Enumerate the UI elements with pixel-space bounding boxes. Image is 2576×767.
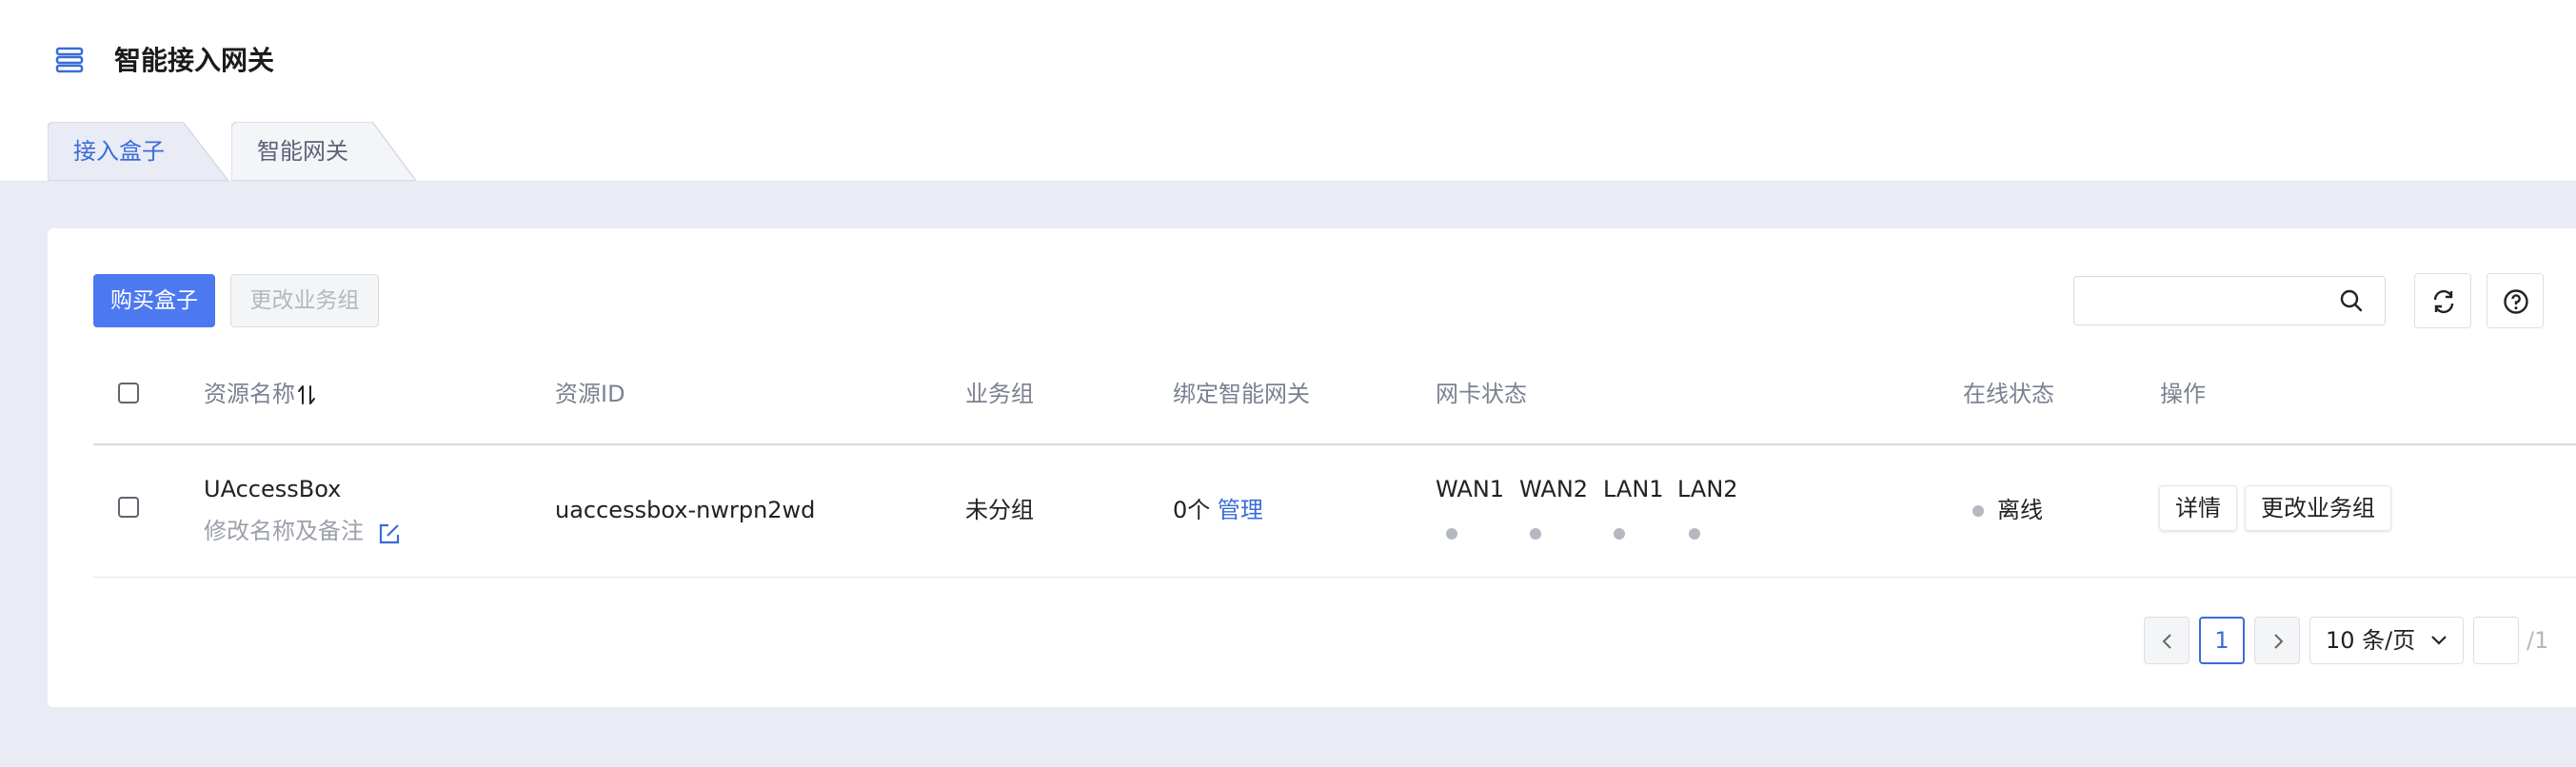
menu-icon[interactable]	[55, 46, 84, 74]
resource-id: uaccessbox-nwrpn2wd	[555, 497, 816, 523]
table-header-divider	[93, 443, 2576, 445]
tab-label: 智能网关	[257, 138, 348, 165]
chevron-down-icon	[2431, 636, 2447, 645]
select-all-checkbox[interactable]	[118, 383, 139, 403]
chevron-right-icon	[2274, 634, 2284, 649]
prev-page-button[interactable]	[2144, 617, 2190, 664]
buy-box-button[interactable]: 购买盒子	[93, 274, 215, 327]
online-status: 离线	[1997, 497, 2043, 523]
tab-access-box[interactable]: 接入盒子	[48, 122, 228, 181]
business-group: 未分组	[965, 497, 1034, 523]
page-title: 智能接入网关	[114, 45, 275, 76]
detail-button[interactable]: 详情	[2159, 485, 2237, 531]
refresh-button[interactable]	[2414, 273, 2471, 328]
column-header-online-status: 在线状态	[1963, 381, 2054, 407]
tab-label: 接入盒子	[73, 138, 165, 165]
main-panel: 购买盒子 更改业务组 资源名称 资源ID 业务组 绑定智能网关 网卡状态 在线状…	[48, 228, 2576, 707]
table-row-divider	[93, 577, 2576, 578]
edit-icon[interactable]	[377, 521, 402, 546]
row-checkbox[interactable]	[118, 497, 139, 518]
edit-name-remark[interactable]: 修改名称及备注	[204, 516, 364, 546]
resource-name: UAccessBox	[204, 476, 342, 502]
column-header-id: 资源ID	[555, 381, 625, 407]
gateway-count: 0个	[1173, 497, 1211, 523]
manage-gateway-link[interactable]: 管理	[1218, 497, 1263, 523]
page-header: 智能接入网关 接入盒子 智能网关	[0, 0, 2576, 182]
next-page-button[interactable]	[2254, 617, 2300, 664]
column-header-nic-status: 网卡状态	[1436, 381, 1527, 407]
column-header-gateway: 绑定智能网关	[1173, 381, 1310, 407]
change-group-button: 更改业务组	[230, 274, 379, 327]
page-number-current[interactable]: 1	[2199, 617, 2245, 664]
chevron-left-icon	[2162, 634, 2171, 649]
refresh-icon	[2433, 289, 2454, 314]
nic-wan2-status-dot	[1530, 528, 1541, 540]
row-change-group-button[interactable]: 更改业务组	[2245, 485, 2391, 531]
help-button[interactable]	[2487, 273, 2544, 328]
tab-smart-gateway[interactable]: 智能网关	[231, 122, 416, 181]
nic-lan1-label: LAN1	[1603, 476, 1664, 502]
column-header-name[interactable]: 资源名称	[204, 379, 316, 409]
page-size-value: 10 条/页	[2326, 627, 2416, 654]
column-header-label: 资源名称	[204, 381, 295, 407]
online-status-dot	[1972, 505, 1984, 517]
nic-wan1-label: WAN1	[1436, 476, 1505, 502]
nic-wan2-label: WAN2	[1519, 476, 1589, 502]
nic-lan1-status-dot	[1614, 528, 1625, 540]
sort-icon[interactable]	[297, 384, 316, 406]
nic-lan2-label: LAN2	[1677, 476, 1738, 502]
search-input[interactable]	[2073, 276, 2386, 325]
column-header-actions: 操作	[2160, 381, 2206, 407]
help-icon	[2504, 289, 2528, 314]
page-jump-input[interactable]	[2473, 617, 2519, 664]
nic-lan2-status-dot	[1689, 528, 1700, 540]
page-size-select[interactable]: 10 条/页	[2309, 617, 2464, 664]
page-total: /1	[2526, 627, 2549, 654]
nic-wan1-status-dot	[1446, 528, 1457, 540]
search-icon[interactable]	[2339, 288, 2364, 313]
column-header-group: 业务组	[965, 381, 1034, 407]
bound-gateway: 0个 管理	[1173, 495, 1263, 525]
